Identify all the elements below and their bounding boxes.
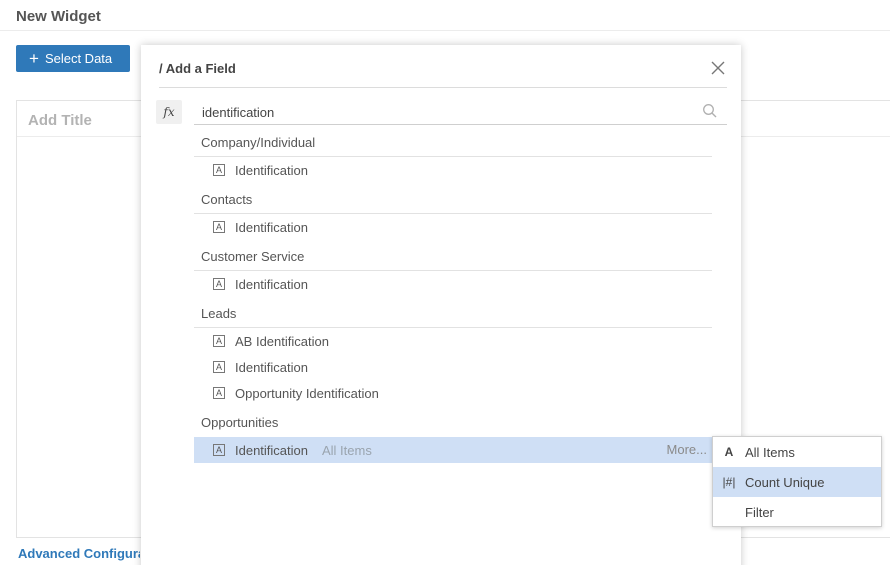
formula-button[interactable]: fx <box>156 100 182 124</box>
group-company-individual: Company/Individual A Identification <box>194 131 712 183</box>
page-title: New Widget <box>16 8 101 25</box>
text-type-icon: A <box>213 444 225 456</box>
field-aggregation-label: All Items <box>322 442 372 458</box>
field-row[interactable]: A AB Identification <box>194 328 712 354</box>
menu-item-label: Count Unique <box>745 474 825 490</box>
group-header: Leads <box>194 302 712 328</box>
text-type-icon: A <box>213 164 225 176</box>
aggregation-menu: A All Items |#| Count Unique Filter <box>712 436 882 527</box>
group-header: Opportunities <box>201 415 279 430</box>
text-type-icon: A <box>213 387 225 399</box>
group-contacts: Contacts A Identification <box>194 188 712 240</box>
select-data-label: Select Data <box>44 51 113 66</box>
field-label: Identification <box>235 276 308 292</box>
field-row[interactable]: A Identification <box>194 354 712 380</box>
menu-item-filter[interactable]: Filter <box>713 497 881 527</box>
field-label: Identification <box>235 162 308 178</box>
header-divider <box>0 30 890 31</box>
field-label: AB Identification <box>235 333 329 349</box>
group-opportunities: Opportunities A Identification All Items… <box>194 411 712 463</box>
text-type-icon: A <box>724 445 734 459</box>
advanced-configuration-link[interactable]: Advanced Configuration <box>18 546 140 561</box>
group-header: Company/Individual <box>194 131 712 157</box>
add-field-modal: / Add a Field fx Company/Individual A Id… <box>141 45 741 565</box>
menu-item-all-items[interactable]: A All Items <box>713 437 881 467</box>
group-header: Contacts <box>194 188 712 214</box>
select-data-button[interactable]: + Select Data <box>16 45 130 72</box>
menu-item-label: Filter <box>745 504 774 520</box>
field-row[interactable]: A Identification <box>194 271 712 297</box>
modal-title: / Add a Field <box>159 61 236 76</box>
menu-item-label: All Items <box>745 444 795 460</box>
field-label: Identification <box>235 359 308 375</box>
field-label: Opportunity Identification <box>235 385 379 401</box>
more-button[interactable]: More... <box>667 437 707 463</box>
field-row[interactable]: A Opportunity Identification <box>194 380 712 406</box>
text-type-icon: A <box>213 335 225 347</box>
modal-title-divider <box>159 87 727 88</box>
search-underline <box>194 124 727 125</box>
canvas-title-placeholder[interactable]: Add Title <box>28 112 92 129</box>
plus-icon: + <box>29 49 39 68</box>
field-label: Identification <box>235 219 308 235</box>
text-type-icon: A <box>213 221 225 233</box>
count-unique-icon: |#| <box>722 475 736 489</box>
group-leads: Leads A AB Identification A Identificati… <box>194 302 712 406</box>
text-type-icon: A <box>213 278 225 290</box>
menu-item-count-unique[interactable]: |#| Count Unique <box>713 467 881 497</box>
close-icon[interactable] <box>709 59 727 77</box>
text-type-icon: A <box>213 361 225 373</box>
field-row[interactable]: A Identification <box>194 214 712 240</box>
search-icon <box>702 103 718 119</box>
group-customer-service: Customer Service A Identification <box>194 245 712 297</box>
field-row[interactable]: A Identification <box>194 157 712 183</box>
group-header: Customer Service <box>194 245 712 271</box>
field-row-selected[interactable]: A Identification All Items More... <box>194 437 712 463</box>
field-search-input[interactable] <box>202 101 702 123</box>
field-results-list: Company/Individual A Identification Cont… <box>194 131 712 468</box>
field-label: Identification <box>235 442 308 458</box>
